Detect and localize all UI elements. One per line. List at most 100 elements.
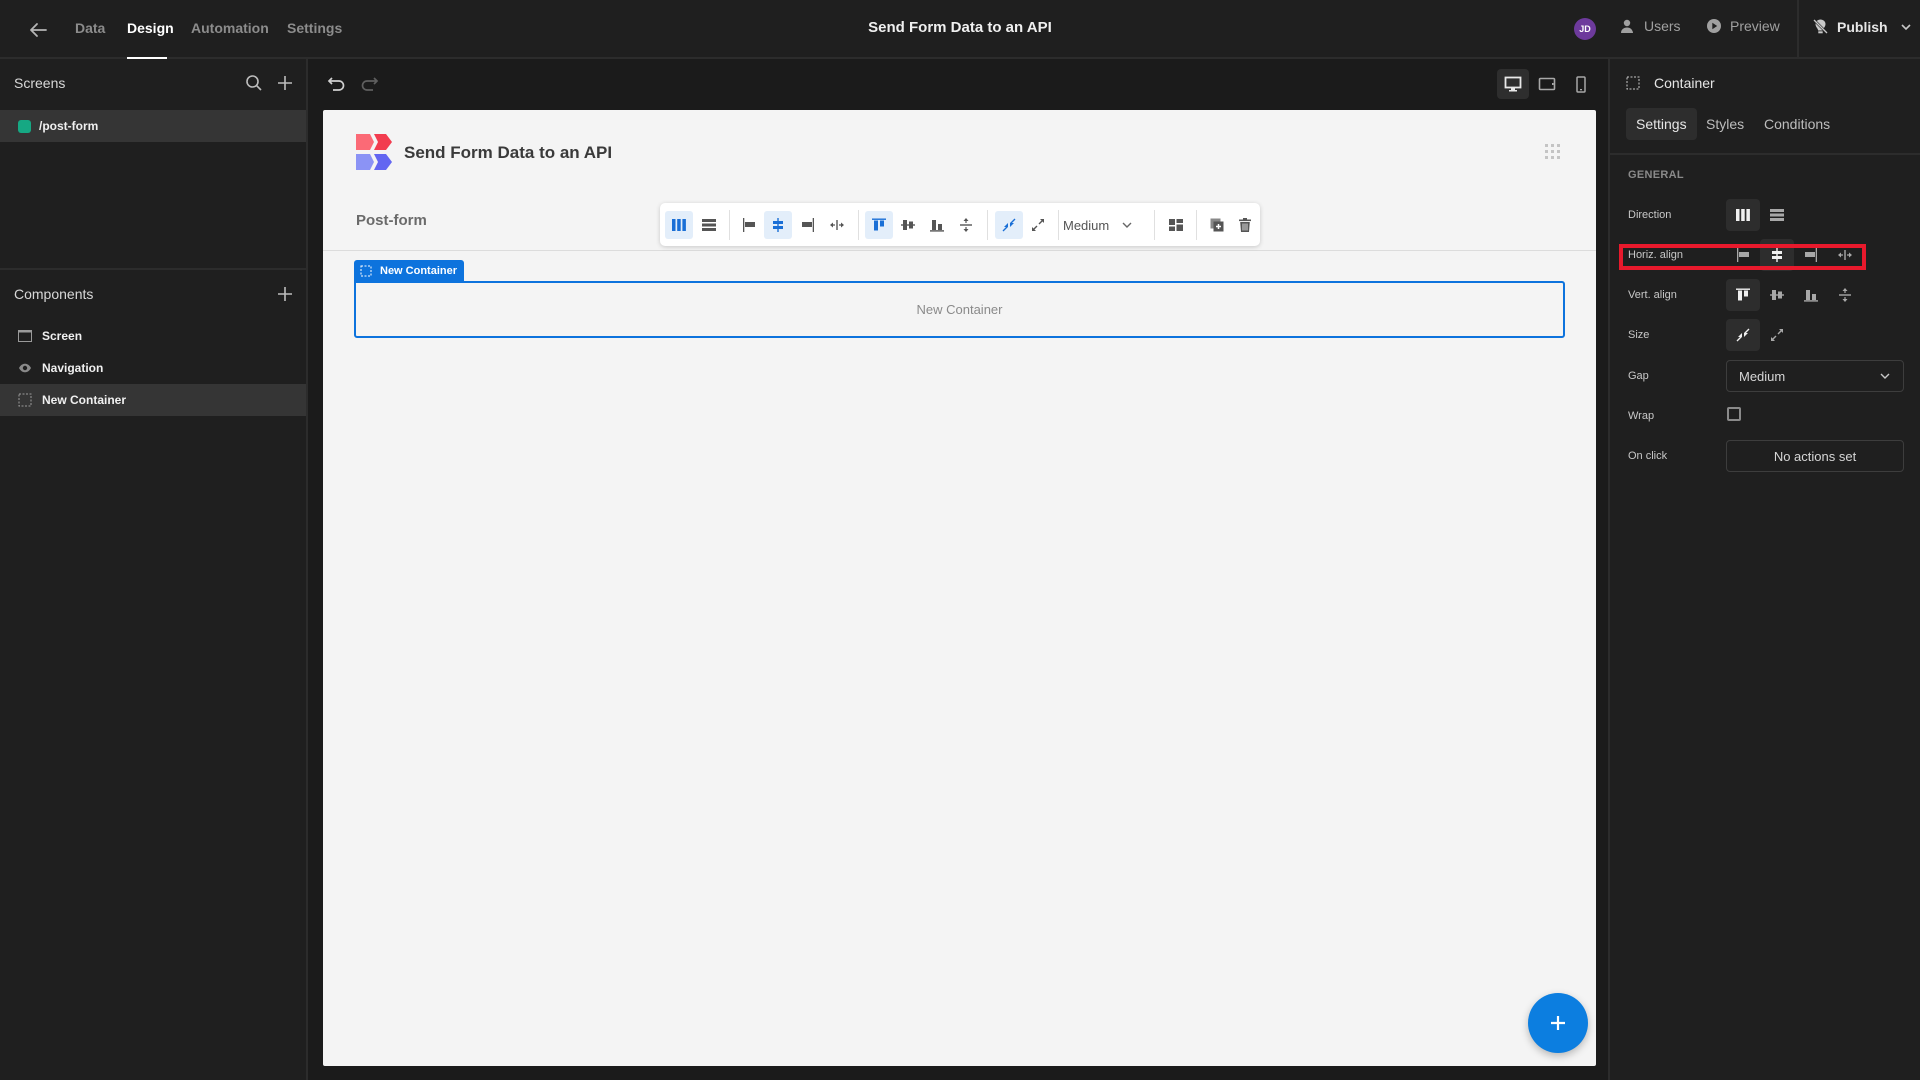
size-shrink-option[interactable] xyxy=(1726,319,1760,351)
section-general-heading: GENERAL xyxy=(1628,169,1684,181)
gap-label: Gap xyxy=(1628,370,1649,382)
tab-settings[interactable]: Settings xyxy=(287,20,342,36)
delete-button[interactable] xyxy=(1231,211,1259,239)
align-center-button[interactable] xyxy=(764,211,792,239)
layout-icon xyxy=(1169,219,1183,231)
size-shrink-button[interactable] xyxy=(995,211,1023,239)
stretch-horizontal-icon xyxy=(1838,250,1852,260)
arrow-left-icon xyxy=(30,23,47,37)
add-component-button[interactable] xyxy=(275,284,295,304)
add-screen-button[interactable] xyxy=(275,73,295,93)
component-item-screen[interactable]: Screen xyxy=(0,320,306,352)
align-left-button[interactable] xyxy=(735,211,763,239)
rows-icon xyxy=(1770,209,1784,221)
screen-item-label: /post-form xyxy=(39,119,99,133)
undo-button[interactable] xyxy=(326,73,348,95)
direction-columns-button[interactable] xyxy=(665,211,693,239)
publish-button[interactable]: Publish xyxy=(1812,18,1912,35)
horiz-align-stretch-option[interactable] xyxy=(1828,239,1862,271)
toolbar-divider xyxy=(1196,210,1197,240)
direction-label: Direction xyxy=(1628,209,1672,221)
plus-icon xyxy=(1551,1016,1565,1030)
plus-icon xyxy=(278,76,292,90)
horiz-align-center-option[interactable] xyxy=(1760,239,1794,271)
search-icon xyxy=(246,75,262,91)
direction-rows-option[interactable] xyxy=(1760,199,1794,231)
align-left-icon xyxy=(743,218,755,232)
container-icon xyxy=(1626,76,1640,90)
align-bottom-icon xyxy=(930,220,944,232)
component-type-label: Container xyxy=(1654,75,1715,91)
toolbar-divider xyxy=(729,210,730,240)
page-title: Send Form Data to an API xyxy=(404,143,613,162)
vert-align-middle-option[interactable] xyxy=(1760,279,1794,311)
container-icon xyxy=(360,265,372,277)
align-stretch-button[interactable] xyxy=(823,211,851,239)
valign-middle-button[interactable] xyxy=(894,211,922,239)
device-desktop-button[interactable] xyxy=(1497,69,1529,99)
top-bar: Data Design Automation Settings Send For… xyxy=(0,0,1920,59)
tab-data[interactable]: Data xyxy=(75,20,105,36)
horiz-align-left-option[interactable] xyxy=(1726,239,1760,271)
tab-conditions[interactable]: Conditions xyxy=(1754,108,1840,140)
columns-icon xyxy=(672,219,686,231)
device-tablet-button[interactable] xyxy=(1531,69,1563,99)
wrap-checkbox[interactable] xyxy=(1727,407,1741,421)
align-center-icon xyxy=(1772,248,1782,262)
screen-item-post-form[interactable]: /post-form xyxy=(0,110,306,142)
add-component-fab[interactable] xyxy=(1528,993,1588,1053)
component-item-new-container[interactable]: New Container xyxy=(0,384,306,416)
valign-bottom-button[interactable] xyxy=(923,211,951,239)
publish-divider xyxy=(1797,0,1799,57)
component-item-navigation[interactable]: Navigation xyxy=(0,352,306,384)
align-right-icon xyxy=(1805,248,1817,262)
valign-stretch-button[interactable] xyxy=(952,211,980,239)
properties-panel: Container Settings Styles Conditions GEN… xyxy=(1608,59,1920,1080)
redo-button[interactable] xyxy=(358,73,380,95)
search-screens-button[interactable] xyxy=(244,73,264,93)
vert-align-top-option[interactable] xyxy=(1726,279,1760,311)
device-mobile-button[interactable] xyxy=(1565,69,1597,99)
chevron-down-icon xyxy=(1880,373,1890,379)
trash-icon xyxy=(1239,218,1251,232)
align-right-button[interactable] xyxy=(794,211,822,239)
align-center-icon xyxy=(773,218,783,232)
vert-align-bottom-option[interactable] xyxy=(1794,279,1828,311)
gap-dropdown-value: Medium xyxy=(1739,368,1786,384)
back-button[interactable] xyxy=(26,18,50,42)
on-click-actions-button[interactable]: No actions set xyxy=(1726,440,1904,472)
tab-automation[interactable]: Automation xyxy=(191,20,269,36)
app-logo xyxy=(356,134,392,170)
container-icon xyxy=(18,393,32,407)
size-grow-button[interactable] xyxy=(1024,211,1052,239)
valign-top-button[interactable] xyxy=(865,211,893,239)
chevron-down-icon xyxy=(1122,222,1132,228)
preview-button[interactable]: Preview xyxy=(1706,18,1780,34)
grid-dots-icon[interactable] xyxy=(1543,142,1561,160)
vert-align-stretch-option[interactable] xyxy=(1828,279,1862,311)
size-label: Size xyxy=(1628,329,1650,341)
horiz-align-right-option[interactable] xyxy=(1794,239,1828,271)
duplicate-button[interactable] xyxy=(1203,211,1231,239)
tab-styles[interactable]: Styles xyxy=(1696,108,1754,140)
user-avatar[interactable]: JD xyxy=(1574,18,1596,40)
gap-select[interactable]: Medium xyxy=(1063,211,1133,239)
publish-off-icon xyxy=(1813,19,1828,34)
gap-dropdown[interactable]: Medium xyxy=(1726,360,1904,392)
rows-icon xyxy=(702,219,716,231)
components-heading: Components xyxy=(14,286,94,302)
shrink-icon xyxy=(1736,328,1750,342)
size-grow-option[interactable] xyxy=(1760,319,1794,351)
align-left-icon xyxy=(1737,248,1749,262)
new-container[interactable]: New Container xyxy=(354,281,1565,338)
container-selection-tag[interactable]: New Container xyxy=(354,260,465,282)
users-button[interactable]: Users xyxy=(1620,18,1681,34)
mobile-icon xyxy=(1576,75,1586,93)
layout-grid-button[interactable] xyxy=(1162,211,1190,239)
direction-columns-option[interactable] xyxy=(1726,199,1760,231)
tab-settings-panel[interactable]: Settings xyxy=(1626,108,1697,140)
direction-rows-button[interactable] xyxy=(695,211,723,239)
tab-design[interactable]: Design xyxy=(127,20,174,36)
canvas-area: Send Form Data to an API Post-form Mediu… xyxy=(310,59,1608,1080)
expand-icon xyxy=(1032,219,1044,231)
